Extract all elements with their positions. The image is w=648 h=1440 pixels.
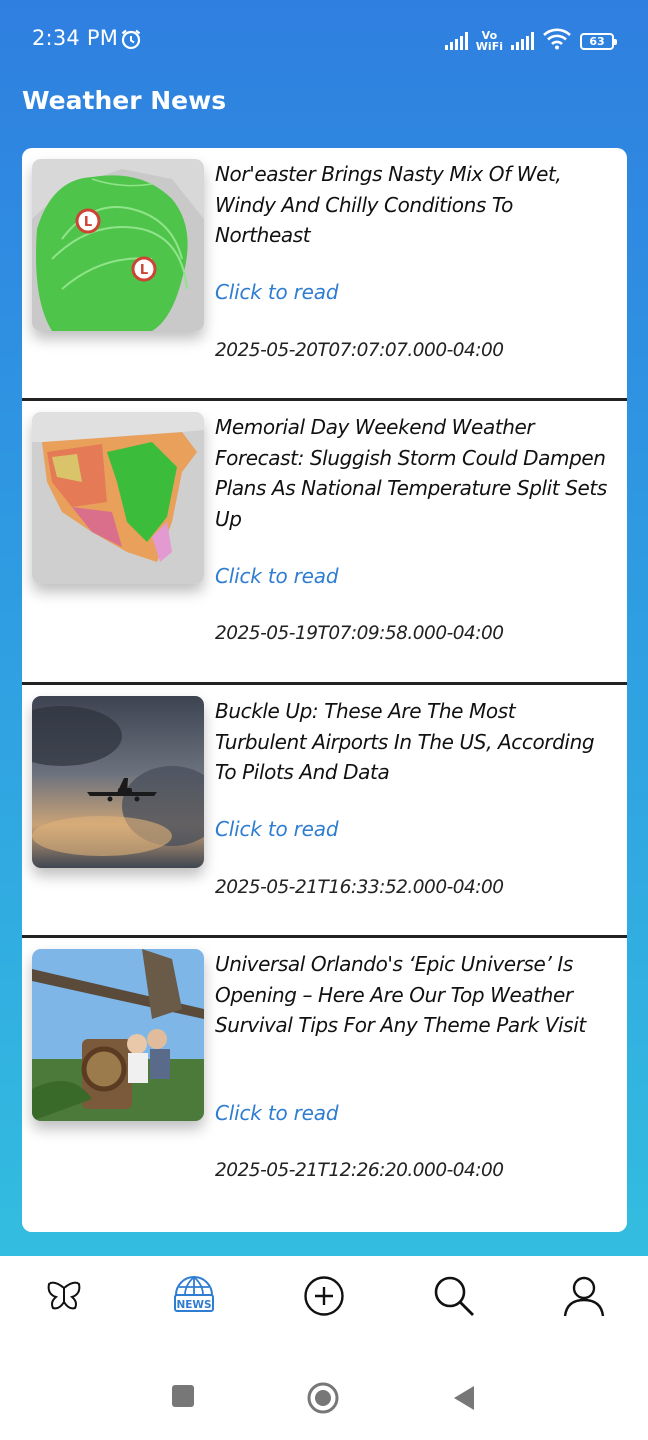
next-card-peek (22, 1218, 627, 1232)
news-globe-icon: NEWS (171, 1273, 217, 1323)
news-card[interactable]: Memorial Day Weekend Weather Forecast: S… (22, 401, 627, 685)
battery-indicator: 63 (580, 32, 617, 50)
home-button[interactable] (307, 1382, 339, 1418)
temperature-map-image[interactable] (32, 412, 204, 584)
roller-coaster-image[interactable] (32, 949, 204, 1121)
click-to-read-link[interactable]: Click to read (215, 564, 339, 588)
news-card[interactable]: L L Nor'easter Brings Nasty Mix Of Wet, … (22, 148, 627, 401)
article-title[interactable]: Universal Orlando's ‘Epic Universe’ Is O… (215, 949, 607, 1041)
click-to-read-link[interactable]: Click to read (215, 817, 339, 841)
svg-text:L: L (140, 263, 148, 278)
vowifi-line2: WiFi (475, 40, 503, 53)
alarm-icon (119, 27, 143, 55)
cell-signal-icon (444, 32, 468, 50)
add-circle-icon (303, 1275, 345, 1321)
article-title[interactable]: Buckle Up: These Are The Most Turbulent … (215, 696, 607, 788)
profile-icon (562, 1274, 606, 1322)
svg-text:L: L (84, 215, 92, 230)
article-title[interactable]: Nor'easter Brings Nasty Mix Of Wet, Wind… (215, 159, 607, 251)
radar-map-image[interactable]: L L (32, 159, 204, 331)
news-card[interactable]: Buckle Up: These Are The Most Turbulent … (22, 685, 627, 938)
nav-news-button[interactable]: NEWS (170, 1274, 218, 1322)
news-card[interactable]: Universal Orlando's ‘Epic Universe’ Is O… (22, 938, 627, 1222)
article-date: 2025-05-19T07:09:58.000-04:00 (215, 623, 504, 644)
article-date: 2025-05-21T16:33:52.000-04:00 (215, 877, 504, 898)
click-to-read-link[interactable]: Click to read (215, 280, 339, 304)
nav-home-button[interactable] (40, 1274, 88, 1322)
status-time: 2:34 PM (32, 26, 119, 50)
news-list[interactable]: L L Nor'easter Brings Nasty Mix Of Wet, … (22, 148, 627, 1232)
nav-add-button[interactable] (300, 1274, 348, 1322)
article-date: 2025-05-21T12:26:20.000-04:00 (215, 1160, 504, 1181)
app-screen: 2:34 PM Vo WiFi 63 Weather News L L Nor'… (0, 0, 648, 1256)
nav-search-button[interactable] (430, 1274, 478, 1322)
back-button[interactable] (452, 1385, 476, 1415)
news-nav-label: NEWS (176, 1299, 211, 1311)
status-indicators: Vo WiFi 63 (444, 27, 617, 55)
vowifi-label: Vo WiFi (476, 30, 503, 52)
page-title: Weather News (22, 86, 227, 115)
wifi-icon (542, 28, 572, 54)
bottom-nav: NEWS (0, 1256, 648, 1340)
cell-signal-2-icon (511, 32, 534, 50)
nav-profile-button[interactable] (560, 1274, 608, 1322)
system-nav-bar (0, 1352, 648, 1440)
article-title[interactable]: Memorial Day Weekend Weather Forecast: S… (215, 412, 607, 534)
recent-apps-button[interactable] (171, 1384, 195, 1412)
status-bar: 2:34 PM Vo WiFi 63 (0, 0, 648, 80)
click-to-read-link[interactable]: Click to read (215, 1101, 339, 1125)
airplane-storm-image[interactable] (32, 696, 204, 868)
butterfly-icon (44, 1276, 84, 1320)
search-icon (432, 1274, 476, 1322)
article-date: 2025-05-20T07:07:07.000-04:00 (215, 340, 504, 361)
